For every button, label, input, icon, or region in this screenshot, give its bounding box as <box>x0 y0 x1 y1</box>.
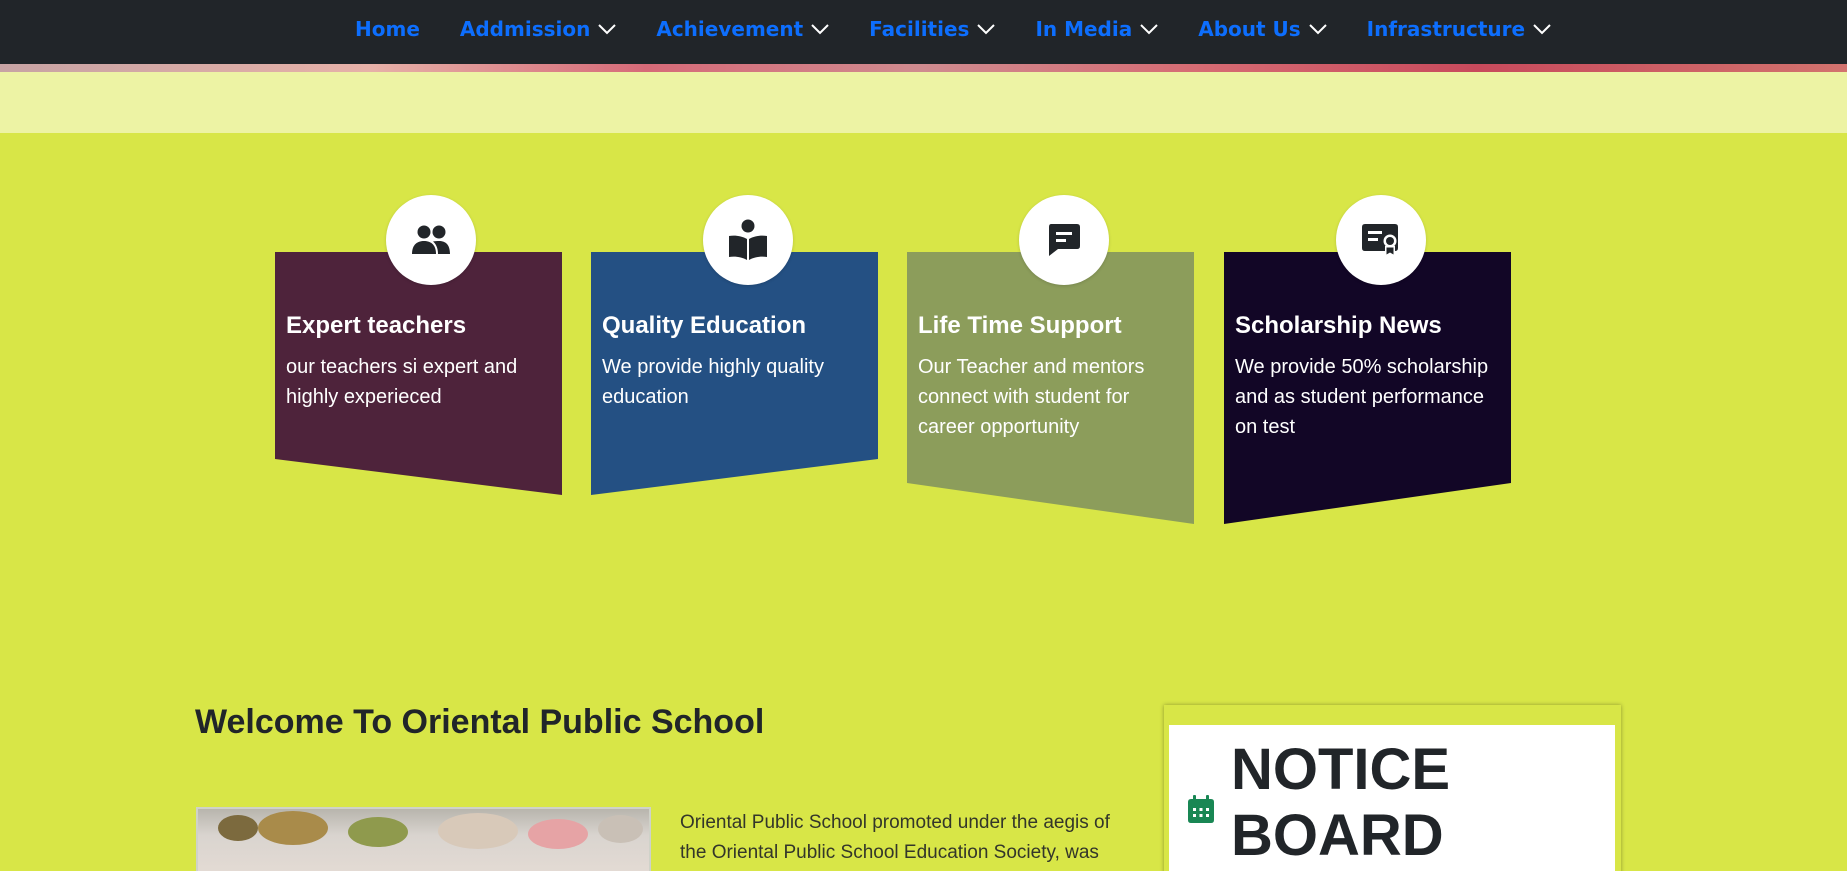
nav-admission-label: Addmission <box>459 17 591 41</box>
chevron-down-icon <box>811 24 829 35</box>
nav-infrastructure-label: Infrastructure <box>1366 17 1526 41</box>
certificate-icon <box>1362 224 1398 257</box>
top-navbar: Home Addmission Achievement Facilities I… <box>0 0 1847 64</box>
feature-icon-circle <box>386 195 476 285</box>
nav-facilities-label: Facilities <box>869 17 970 41</box>
nav-infrastructure[interactable]: Infrastructure <box>1367 17 1551 41</box>
nav-admission[interactable]: Addmission <box>459 17 617 41</box>
feature-icon-circle <box>1019 195 1109 285</box>
message-icon <box>1049 224 1080 256</box>
feature-card-scholarship-news: Scholarship News We provide 50% scholars… <box>1224 252 1511 524</box>
nav-in-media[interactable]: In Media <box>1035 17 1158 41</box>
chevron-down-icon <box>598 24 617 35</box>
feature-icon-circle <box>703 195 793 285</box>
book-reader-icon <box>729 219 767 260</box>
card-title: Quality Education <box>602 312 807 339</box>
photo-detail <box>438 813 518 849</box>
users-icon <box>412 225 450 254</box>
feature-card-life-time-support: Life Time Support Our Teacher and mentor… <box>907 252 1194 524</box>
welcome-paragraph: Oriental Public School promoted under th… <box>680 812 1110 863</box>
photo-detail <box>348 817 408 847</box>
feature-icon-circle <box>1336 195 1426 285</box>
photo-detail <box>598 815 643 843</box>
card-text: our teachers si expert and highly experi… <box>286 356 518 408</box>
chevron-down-icon <box>1140 24 1158 35</box>
notice-board-title: NOTICE BOARD <box>1231 737 1451 868</box>
nav-menu: Home Addmission Achievement Facilities I… <box>355 0 1591 58</box>
chevron-down-icon <box>1533 24 1551 35</box>
card-title: Scholarship News <box>1235 312 1442 339</box>
card-text: We provide highly quality education <box>602 356 824 408</box>
nav-home-label: Home <box>355 17 420 41</box>
card-text: Our Teacher and mentors connect with stu… <box>918 356 1145 438</box>
card-text: We provide 50% scholarship and as studen… <box>1235 356 1489 438</box>
nav-achievement-label: Achievement <box>656 17 804 41</box>
hero-banner-edge <box>0 64 1847 72</box>
welcome-heading: Welcome To Oriental Public School <box>195 703 765 741</box>
pale-band <box>0 72 1847 133</box>
nav-facilities[interactable]: Facilities <box>869 17 996 41</box>
photo-detail <box>528 819 588 849</box>
calendar-icon <box>1188 795 1214 823</box>
card-title: Life Time Support <box>918 312 1122 339</box>
nav-home[interactable]: Home <box>355 17 420 41</box>
school-photo <box>196 807 651 871</box>
card-title: Expert teachers <box>286 312 467 339</box>
nav-achievement[interactable]: Achievement <box>656 17 829 41</box>
nav-in-media-label: In Media <box>1035 17 1133 41</box>
chevron-down-icon <box>1308 24 1327 35</box>
chevron-down-icon <box>977 24 996 35</box>
photo-detail <box>218 815 258 841</box>
photo-detail <box>258 811 328 845</box>
nav-about-us-label: About Us <box>1198 17 1301 41</box>
nav-about-us[interactable]: About Us <box>1198 17 1327 41</box>
